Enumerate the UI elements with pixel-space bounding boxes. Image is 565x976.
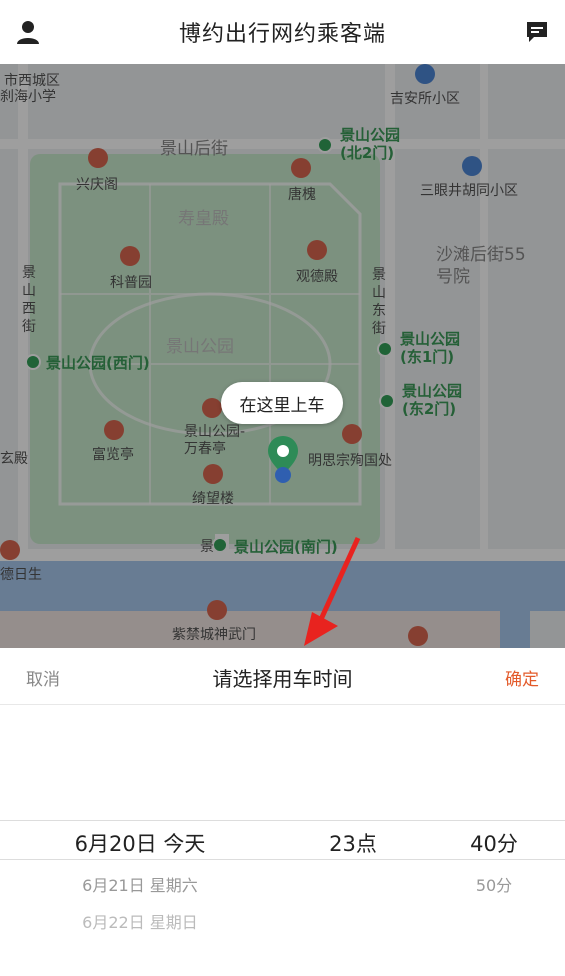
app-title: 博约出行网约乘客端 <box>178 22 386 47</box>
date-column[interactable]: 6月20日 今天 6月21日 星期六 6月22日 星期日 <box>20 704 260 976</box>
date-option[interactable]: 6月21日 星期六 <box>20 872 260 896</box>
time-picker-sheet: 取消 请选择用车时间 确定 6月20日 今天 6月21日 星期六 6月22日 星… <box>0 648 565 976</box>
map-view[interactable]: 市西城区 刹海小学 吉安所小区 景山后街 景山公园(北2门) 三眼井胡同小区 兴… <box>0 64 565 648</box>
sheet-title: 请选择用车时间 <box>212 667 353 691</box>
app-header: 博约出行网约乘客端 <box>0 0 565 64</box>
pickup-pin-icon <box>268 436 298 483</box>
user-icon[interactable] <box>14 18 42 46</box>
message-icon[interactable] <box>523 18 551 46</box>
red-arrow-icon <box>304 536 361 646</box>
date-option[interactable]: 6月20日 今天 <box>20 828 260 858</box>
time-picker: 6月20日 今天 6月21日 星期六 6月22日 星期日 23点 40分 50分 <box>0 704 565 976</box>
minute-option[interactable]: 40分 <box>444 828 544 858</box>
date-option[interactable]: 6月22日 星期日 <box>20 909 260 933</box>
map-dim-overlay <box>0 64 565 648</box>
pickup-bubble[interactable]: 在这里上车 <box>221 382 343 424</box>
minute-option[interactable]: 50分 <box>444 872 544 896</box>
confirm-button[interactable]: 确定 <box>505 665 539 690</box>
hour-column[interactable]: 23点 <box>300 704 406 976</box>
sheet-header: 取消 请选择用车时间 确定 <box>0 648 565 705</box>
hour-option[interactable]: 23点 <box>300 828 406 858</box>
minute-column[interactable]: 40分 50分 <box>444 704 544 976</box>
